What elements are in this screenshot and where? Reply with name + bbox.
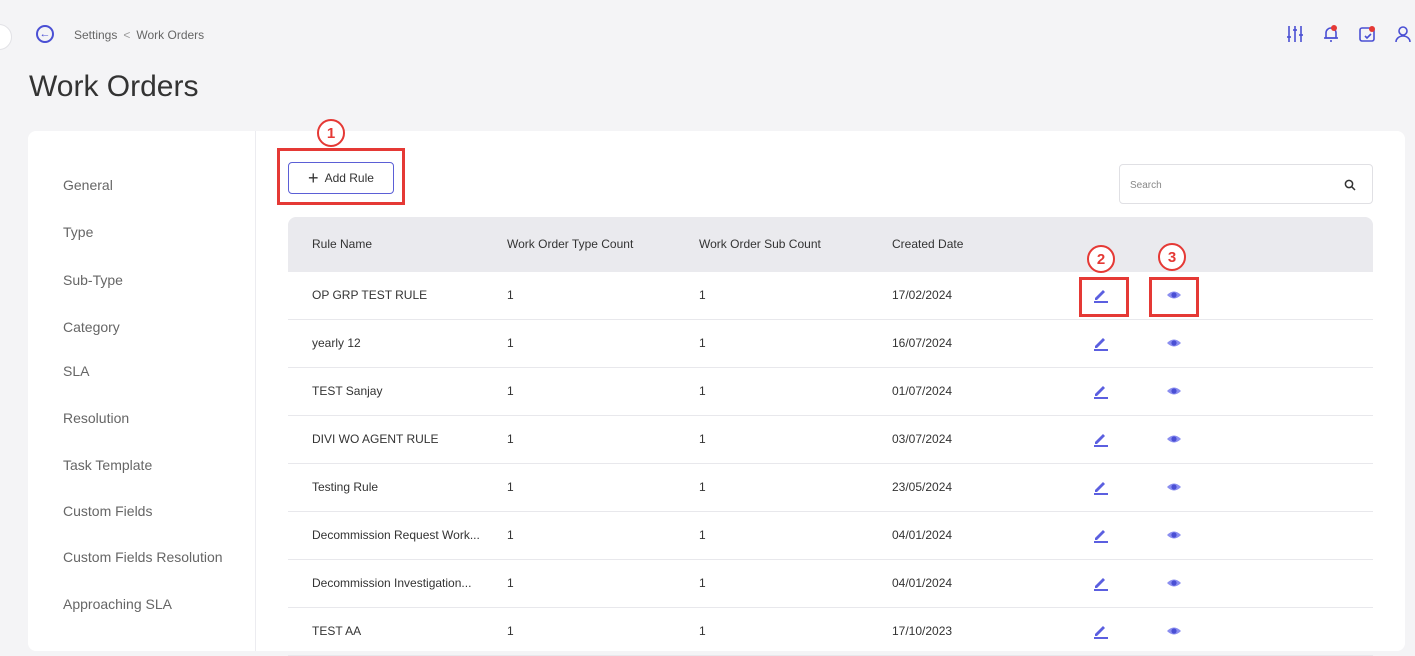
notification-dot xyxy=(1331,25,1337,31)
annotation-box-add-rule xyxy=(277,148,405,205)
cell-sub-count: 1 xyxy=(699,336,706,350)
nav-item-task-template[interactable]: Task Template xyxy=(63,457,152,473)
cell-created-date: 23/05/2024 xyxy=(892,480,953,494)
eye-icon[interactable] xyxy=(1166,431,1182,447)
table-row: TEST Sanjay 1 1 01/07/2024 xyxy=(288,368,1373,416)
cell-rule-name: yearly 12 xyxy=(312,336,361,350)
table-header: Rule Name Work Order Type Count Work Ord… xyxy=(288,217,1373,272)
cell-created-date: 03/07/2024 xyxy=(892,432,953,446)
search-input[interactable] xyxy=(1128,174,1332,196)
cell-rule-name: Decommission Request Work... xyxy=(312,528,480,542)
nav-item-approaching-sla[interactable]: Approaching SLA xyxy=(63,596,172,612)
table-body: OP GRP TEST RULE 1 1 17/02/2024 yearly 12 1 1 1… xyxy=(288,272,1373,656)
breadcrumb-current: Work Orders xyxy=(136,28,205,42)
pencil-icon[interactable] xyxy=(1092,381,1110,399)
nav-item-type[interactable]: Type xyxy=(63,224,93,240)
cell-type-count: 1 xyxy=(507,432,514,446)
breadcrumb-parent[interactable]: Settings xyxy=(74,28,117,42)
table-row: Testing Rule 1 1 23/05/2024 xyxy=(288,464,1373,512)
cell-type-count: 1 xyxy=(507,528,514,542)
cell-created-date: 01/07/2024 xyxy=(892,384,953,398)
cell-created-date: 17/02/2024 xyxy=(892,288,953,302)
breadcrumb: Settings < Work Orders xyxy=(74,28,204,42)
table-row: Decommission Investigation... 1 1 04/01/202… xyxy=(288,560,1373,608)
table-row: DIVI WO AGENT RULE 1 1 03/07/2024 xyxy=(288,416,1373,464)
annotation-box-edit xyxy=(1079,277,1129,317)
header-actions xyxy=(1271,22,1415,46)
cell-rule-name: DIVI WO AGENT RULE xyxy=(312,432,439,446)
top-bar: ← Settings < Work Orders xyxy=(0,0,1415,70)
eye-icon[interactable] xyxy=(1166,575,1182,591)
cell-rule-name: Testing Rule xyxy=(312,480,379,494)
pencil-icon[interactable] xyxy=(1092,429,1110,447)
eye-icon[interactable] xyxy=(1166,623,1182,639)
cell-created-date: 16/07/2024 xyxy=(892,336,953,350)
page-title: Work Orders xyxy=(29,70,199,103)
cell-type-count: 1 xyxy=(507,576,514,590)
eye-icon[interactable] xyxy=(1166,527,1182,543)
cell-sub-count: 1 xyxy=(699,384,706,398)
eye-icon[interactable] xyxy=(1166,335,1182,351)
cell-sub-count: 1 xyxy=(699,624,706,638)
table-row: yearly 12 1 1 16/07/2024 xyxy=(288,320,1373,368)
back-arrow-icon[interactable]: ← xyxy=(36,25,54,43)
breadcrumb-separator: < xyxy=(123,28,131,42)
pencil-icon[interactable] xyxy=(1092,477,1110,495)
cell-type-count: 1 xyxy=(507,624,514,638)
column-header-rule-name: Rule Name xyxy=(312,237,373,251)
cell-created-date: 17/10/2023 xyxy=(892,624,953,638)
cell-rule-name: OP GRP TEST RULE xyxy=(312,288,428,302)
sidebar-toggle[interactable] xyxy=(0,24,12,50)
nav-item-sub-type[interactable]: Sub-Type xyxy=(63,272,123,288)
pencil-icon[interactable] xyxy=(1092,573,1110,591)
table-row: TEST AA 1 1 17/10/2023 xyxy=(288,608,1373,656)
cell-rule-name: TEST Sanjay xyxy=(312,384,383,398)
eye-icon[interactable] xyxy=(1166,479,1182,495)
calendar-check-icon[interactable] xyxy=(1355,22,1379,46)
pencil-icon[interactable] xyxy=(1092,333,1110,351)
cell-created-date: 04/01/2024 xyxy=(892,576,953,590)
annotation-box-view xyxy=(1149,277,1199,317)
cell-sub-count: 1 xyxy=(699,576,706,590)
user-icon[interactable] xyxy=(1391,22,1415,46)
cell-sub-count: 1 xyxy=(699,288,706,302)
cell-sub-count: 1 xyxy=(699,480,706,494)
table-row: OP GRP TEST RULE 1 1 17/02/2024 xyxy=(288,272,1373,320)
bell-icon[interactable] xyxy=(1319,22,1343,46)
calendar-alert-dot xyxy=(1369,26,1375,32)
pencil-icon[interactable] xyxy=(1092,525,1110,543)
sliders-icon[interactable] xyxy=(1283,22,1307,46)
cell-rule-name: TEST AA xyxy=(312,624,362,638)
nav-item-category[interactable]: Category xyxy=(63,319,120,335)
cell-sub-count: 1 xyxy=(699,432,706,446)
annotation-marker-2: 2 xyxy=(1087,245,1115,273)
cell-type-count: 1 xyxy=(507,336,514,350)
settings-nav: General Type Sub-Type Category SLA Resol… xyxy=(28,131,256,651)
nav-item-sla[interactable]: SLA xyxy=(63,363,89,379)
table-row: Decommission Request Work... 1 1 04/01/2024 xyxy=(288,512,1373,560)
search-box xyxy=(1119,164,1373,204)
column-header-sub-count: Work Order Sub Count xyxy=(699,237,821,251)
cell-sub-count: 1 xyxy=(699,528,706,542)
content-card: General Type Sub-Type Category SLA Resol… xyxy=(28,119,1405,656)
annotation-marker-3: 3 xyxy=(1158,243,1186,271)
cell-type-count: 1 xyxy=(507,480,514,494)
annotation-marker-1: 1 xyxy=(317,119,345,147)
nav-item-custom-fields[interactable]: Custom Fields xyxy=(63,503,152,519)
nav-item-resolution[interactable]: Resolution xyxy=(63,410,129,426)
column-header-created-date: Created Date xyxy=(892,237,964,251)
cell-rule-name: Decommission Investigation... xyxy=(312,576,472,590)
rules-table: Rule Name Work Order Type Count Work Ord… xyxy=(288,217,1373,656)
pencil-icon[interactable] xyxy=(1092,621,1110,639)
eye-icon[interactable] xyxy=(1166,383,1182,399)
cell-type-count: 1 xyxy=(507,384,514,398)
nav-item-custom-fields-resolution[interactable]: Custom Fields Resolution xyxy=(63,549,223,565)
cell-type-count: 1 xyxy=(507,288,514,302)
column-header-type-count: Work Order Type Count xyxy=(507,237,634,251)
search-icon[interactable] xyxy=(1344,178,1356,196)
cell-created-date: 04/01/2024 xyxy=(892,528,953,542)
nav-item-general[interactable]: General xyxy=(63,177,113,193)
